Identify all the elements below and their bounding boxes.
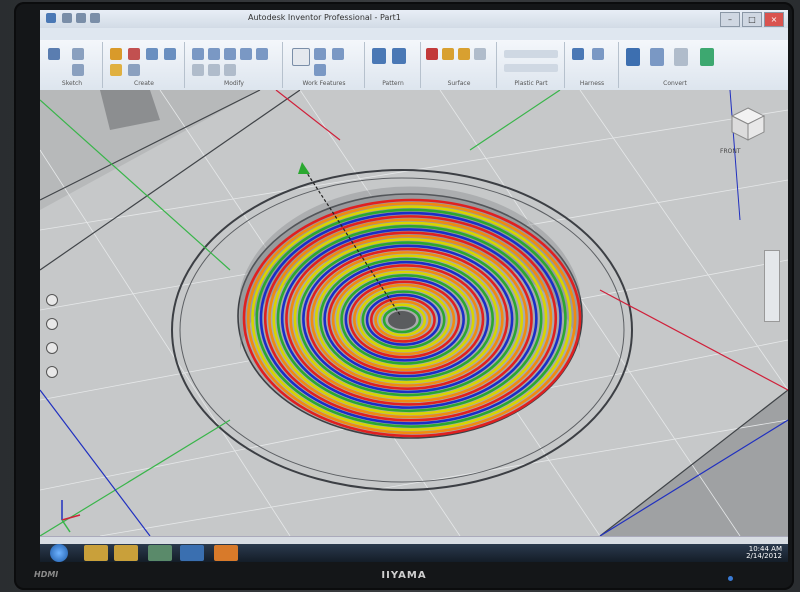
return-icon[interactable] (700, 48, 714, 66)
derive-icon[interactable] (650, 48, 664, 66)
window-title: Autodesk Inventor Professional - Part1 (248, 13, 401, 22)
save-icon[interactable] (62, 13, 72, 23)
ribbon-panel-label: Sketch (61, 80, 83, 87)
revolve-icon[interactable] (128, 48, 140, 60)
rule-fillet-icon[interactable] (504, 64, 558, 72)
shell-icon[interactable] (240, 48, 252, 60)
emboss-icon[interactable] (128, 64, 140, 76)
viewcube-icon[interactable] (728, 104, 768, 144)
undo-icon[interactable] (76, 13, 86, 23)
sculpt-icon[interactable] (458, 48, 470, 60)
system-tray[interactable]: 10:44 AM 2/14/2012 (746, 546, 782, 560)
ribbon-panel-label: Surface (447, 80, 471, 87)
ribbon-panel-label: Create (134, 80, 154, 87)
trim-icon[interactable] (474, 48, 486, 60)
ribbon-panel-pattern: Pattern (366, 42, 421, 88)
circle-icon[interactable] (72, 64, 84, 76)
ribbon-panel-modify: Modify (186, 42, 283, 88)
ribbon-panel-label: Work Features (302, 80, 346, 87)
axis-icon[interactable] (314, 48, 326, 60)
draft-icon[interactable] (256, 48, 268, 60)
folder-icon[interactable] (114, 545, 138, 561)
inventor-task-icon[interactable] (180, 545, 204, 561)
loft-icon[interactable] (164, 48, 176, 60)
pan-icon[interactable] (46, 294, 58, 306)
maximize-button[interactable]: □ (742, 12, 762, 27)
app-icon[interactable] (46, 13, 56, 23)
power-led[interactable] (728, 576, 733, 581)
convert-icon[interactable] (626, 48, 640, 66)
navigation-bar[interactable] (764, 250, 780, 322)
media-icon[interactable] (148, 545, 172, 561)
ribbon-panel-create: Create (104, 42, 185, 88)
graphics-viewport[interactable]: FRONT (40, 90, 788, 536)
point-icon[interactable] (332, 48, 344, 60)
split-icon[interactable] (192, 64, 204, 76)
left-toolbar (46, 294, 58, 390)
wire-icon[interactable] (592, 48, 604, 60)
combine-icon[interactable] (208, 64, 220, 76)
patch-icon[interactable] (442, 48, 454, 60)
coil-icon[interactable] (110, 64, 122, 76)
export-icon[interactable] (674, 48, 688, 66)
ucs-icon[interactable] (314, 64, 326, 76)
ribbon-panel-harness: Harness (566, 42, 619, 88)
plastic-tools-icon[interactable] (504, 50, 558, 58)
rectangular-pattern-icon[interactable] (372, 48, 386, 64)
ribbon-panel-label: Convert (663, 80, 687, 87)
ribbon-panel-label: Harness (579, 80, 605, 87)
stitch-icon[interactable] (426, 48, 438, 60)
redo-icon[interactable] (90, 13, 100, 23)
ribbon-tab-strip (40, 28, 788, 40)
ribbon-panel-work-features: Work Features (284, 42, 365, 88)
model-canvas[interactable] (40, 90, 788, 536)
fillet-icon[interactable] (208, 48, 220, 60)
extrude-icon[interactable] (110, 48, 122, 60)
taskbar: 10:44 AM 2/14/2012 (40, 544, 788, 562)
line-icon[interactable] (72, 48, 84, 60)
ribbon-panel-surface: Surface (422, 42, 497, 88)
ribbon-panel-sketch: Sketch (42, 42, 103, 88)
ribbon-panel-label: Plastic Part (514, 80, 548, 87)
monitor-brand: IIYAMA (381, 570, 427, 581)
ribbon-panel-plastic-part: Plastic Part (498, 42, 565, 88)
zoom-icon[interactable] (46, 318, 58, 330)
viewcube-label: FRONT (720, 148, 741, 155)
sweep-icon[interactable] (146, 48, 158, 60)
ribbon: Sketch Create Modify Work Features Patte… (40, 40, 788, 91)
clock-date: 2/14/2012 (746, 552, 782, 560)
minimize-button[interactable]: – (720, 12, 740, 27)
sketch-icon[interactable] (48, 48, 60, 60)
orbit-icon[interactable] (46, 342, 58, 354)
start-button[interactable] (50, 544, 68, 562)
plane-icon[interactable] (292, 48, 310, 66)
monitor-bezel: Autodesk Inventor Professional - Part1 –… (14, 2, 794, 590)
coil-center-hole (388, 311, 416, 329)
hole-icon[interactable] (192, 48, 204, 60)
ribbon-panel-convert: Convert (620, 42, 730, 88)
chamfer-icon[interactable] (224, 48, 236, 60)
window-controls: – □ × (720, 12, 784, 27)
circular-pattern-icon[interactable] (392, 48, 406, 64)
look-at-icon[interactable] (46, 366, 58, 378)
harness-icon[interactable] (572, 48, 584, 60)
firefox-icon[interactable] (214, 545, 238, 561)
explorer-icon[interactable] (84, 545, 108, 561)
ribbon-panel-label: Pattern (382, 80, 404, 87)
ribbon-panel-label: Modify (224, 80, 244, 87)
title-bar: Autodesk Inventor Professional - Part1 –… (40, 10, 788, 29)
screen: Autodesk Inventor Professional - Part1 –… (40, 10, 788, 562)
close-button[interactable]: × (764, 12, 784, 27)
thread-icon[interactable] (224, 64, 236, 76)
